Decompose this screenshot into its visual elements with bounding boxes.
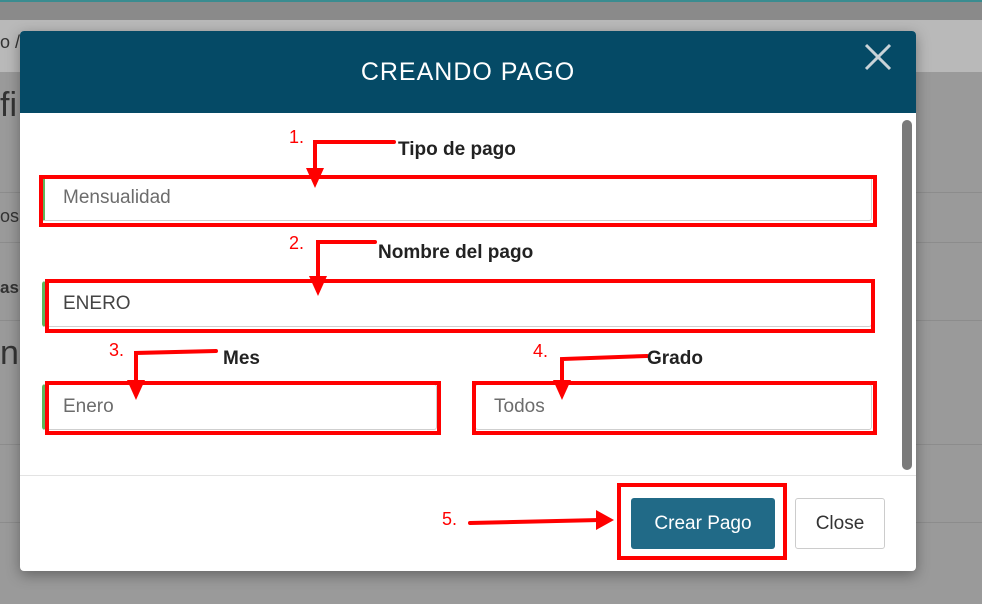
arrow-3 [134,349,218,385]
arrow-1 [313,140,396,174]
annotation-number: 2. [289,233,305,253]
arrowhead-2 [309,276,327,296]
arrow-2 [316,240,377,282]
arrowhead-5 [596,510,614,530]
arrowhead-4 [553,380,571,400]
annotation-number: 4. [533,341,549,361]
annotation-arrows [127,140,649,530]
annotation-number: 3. [109,340,125,360]
arrow-5 [468,518,602,525]
arrowhead-3 [127,380,145,400]
arrow-4 [560,354,649,386]
annotation-number: 5. [442,509,458,529]
arrowhead-1 [306,168,324,188]
annotation-label-payment-type: Tipo de pago [398,139,516,160]
annotation-label-payment-name: Nombre del pago [378,242,534,263]
annotation-label-grade: Grado [647,348,703,369]
annotation-label-month: Mes [223,348,260,369]
annotation-number: 1. [289,127,305,147]
